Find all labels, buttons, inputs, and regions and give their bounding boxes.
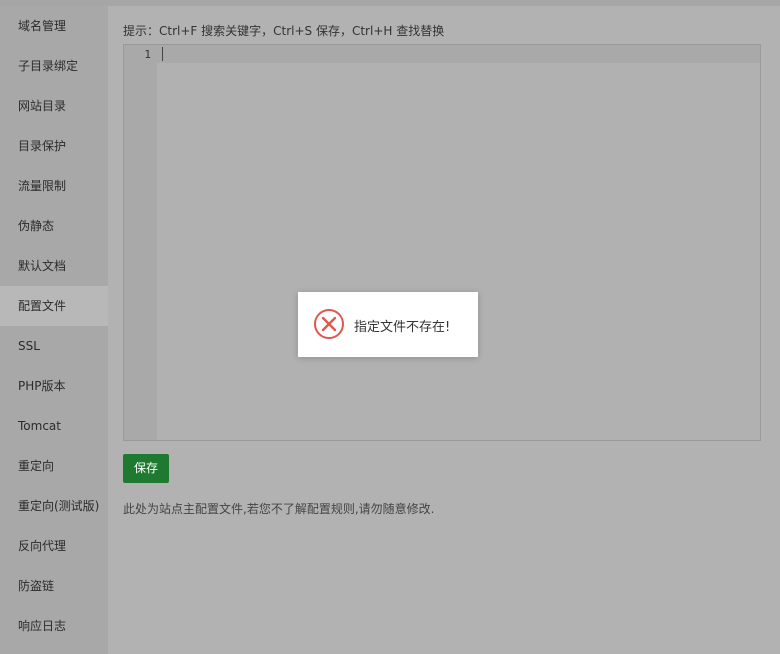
sidebar-item-redirect[interactable]: 重定向 [0, 446, 108, 486]
editor-gutter: 1 [124, 45, 157, 440]
shortcut-hint: 提示：Ctrl+F 搜索关键字，Ctrl+S 保存，Ctrl+H 查找替换 [123, 24, 445, 38]
sidebar-item-dir-protection[interactable]: 目录保护 [0, 126, 108, 166]
sidebar-item-domain[interactable]: 域名管理 [0, 6, 108, 46]
sidebar: 域名管理 子目录绑定 网站目录 目录保护 流量限制 伪静态 默认文档 配置文件 … [0, 6, 108, 654]
sidebar-item-rewrite[interactable]: 伪静态 [0, 206, 108, 246]
sidebar-item-php-version[interactable]: PHP版本 [0, 366, 108, 406]
error-circle-x-icon [313, 308, 345, 340]
save-button[interactable]: 保存 [123, 454, 169, 483]
sidebar-item-response-log[interactable]: 响应日志 [0, 606, 108, 646]
config-warning-note: 此处为站点主配置文件,若您不了解配置规则,请勿随意修改. [123, 502, 435, 516]
sidebar-item-default-doc[interactable]: 默认文档 [0, 246, 108, 286]
error-message: 指定文件不存在! [354, 320, 451, 335]
sidebar-item-traffic-limit[interactable]: 流量限制 [0, 166, 108, 206]
text-cursor [162, 47, 163, 61]
line-number: 1 [144, 48, 151, 61]
sidebar-item-ssl[interactable]: SSL [0, 326, 108, 366]
sidebar-item-subdir-binding[interactable]: 子目录绑定 [0, 46, 108, 86]
sidebar-item-tomcat[interactable]: Tomcat [0, 406, 108, 446]
error-toast: 指定文件不存在! [298, 292, 478, 357]
config-editor[interactable]: 1 [123, 44, 761, 441]
sidebar-item-site-directory[interactable]: 网站目录 [0, 86, 108, 126]
sidebar-item-redirect-beta[interactable]: 重定向(测试版) [0, 486, 108, 526]
sidebar-item-hotlink-protection[interactable]: 防盗链 [0, 566, 108, 606]
sidebar-item-reverse-proxy[interactable]: 反向代理 [0, 526, 108, 566]
active-line-highlight [157, 45, 760, 63]
sidebar-item-config-file[interactable]: 配置文件 [0, 286, 108, 326]
